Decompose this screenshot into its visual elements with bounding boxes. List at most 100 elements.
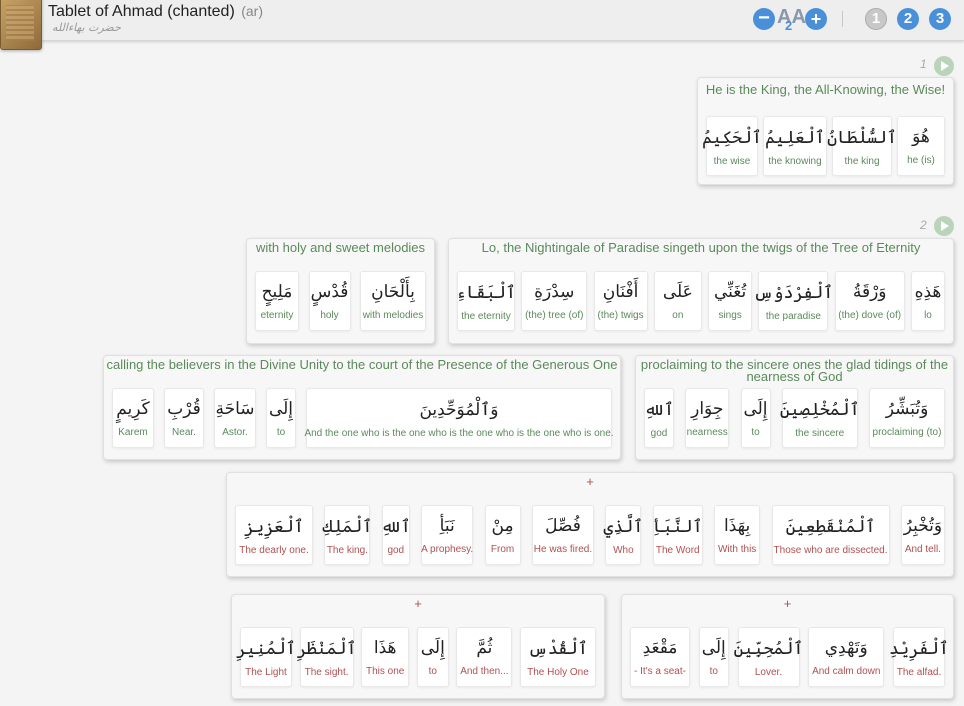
word-card[interactable]: سَاحَةِ Astor. xyxy=(214,388,256,448)
manuscript-thumbnail[interactable] xyxy=(0,0,42,50)
arabic-word: وَتَهْدِي xyxy=(824,638,868,658)
word-card[interactable]: ٱلْمَلِكِ The king. xyxy=(322,505,373,565)
phrase-card[interactable]: Lo, the Nightingale of Paradise singeth … xyxy=(448,238,954,344)
arabic-word: ٱلْفِرْدَوْسِ xyxy=(753,283,834,303)
word-card[interactable]: ٱلْمُحِبِّينَ Lover. xyxy=(734,627,803,687)
word-gloss: god xyxy=(650,428,668,439)
word-card[interactable]: إِلَى to xyxy=(740,388,771,448)
word-card[interactable]: سِدْرَةِ (the) tree (of) xyxy=(521,271,588,331)
phrase-card[interactable]: + وَتُخْبِرُ And tell. ٱلْمُنْقَطِعِينَ Th… xyxy=(226,472,954,577)
author-subtitle: حضرت بهاءالله xyxy=(52,21,121,34)
word-card[interactable]: وَتُبَشِّرُ proclaiming (to) xyxy=(869,388,945,448)
word-gloss: (the) tree (of) xyxy=(525,310,584,321)
arabic-word: ٱلْحَكِيمُ xyxy=(702,128,762,148)
word-card[interactable]: ٱلْعَزِيزِ The dearly one. xyxy=(235,505,313,565)
word-card[interactable]: وَرْقَةُ (the) dove (of) xyxy=(834,271,905,331)
arabic-word: قُرْبِ xyxy=(167,399,201,419)
arabic-word: ثُمَّ xyxy=(476,638,493,658)
word-card[interactable]: تُغَنِّي sings xyxy=(708,271,753,331)
word-card[interactable]: ٱلْمَنْظَرِ The sight. xyxy=(297,627,356,687)
phrase-card[interactable]: calling the believers in the Divine Unit… xyxy=(103,355,621,460)
word-card[interactable]: قُدْسٍ holy xyxy=(308,271,351,331)
word-card[interactable]: إِلَى to xyxy=(266,388,296,448)
arabic-word: سَاحَةِ xyxy=(215,399,255,419)
word-card[interactable]: ٱلسُّلْطَانُ the king xyxy=(827,116,897,176)
word-card[interactable]: ٱلْمُنْقَطِعِينَ Those who are dissected. xyxy=(771,505,890,565)
word-card[interactable]: إِلَى to xyxy=(698,627,729,687)
word-card[interactable]: ٱلْحَكِيمُ the wise xyxy=(702,116,762,176)
zoom-in-button[interactable]: + xyxy=(805,8,827,30)
word-gloss: From xyxy=(490,544,515,555)
word-card[interactable]: هَذَا This one xyxy=(361,627,410,687)
word-card[interactable]: بِأَلْحَانِ with melodies xyxy=(360,271,426,331)
arabic-word: ٱلْمَلِكِ xyxy=(322,517,373,537)
word-card[interactable]: جِوَارِ nearness xyxy=(685,388,730,448)
arabic-word: عَلَى xyxy=(662,282,693,302)
zoom-out-button[interactable]: − xyxy=(753,8,775,30)
word-card[interactable]: بِهَذَا With this xyxy=(714,505,761,565)
phrase-card[interactable]: + ٱلْفَرِيْدِ The alfad. وَتَهْدِي And cal… xyxy=(621,594,954,699)
phrase-card[interactable]: with holy and sweet melodies بِأَلْحَانِ… xyxy=(246,238,435,344)
word-card[interactable]: إِلَى to xyxy=(416,627,449,687)
phrase-translation: + xyxy=(414,596,422,611)
word-gloss: And tell. xyxy=(904,544,941,555)
arabic-word: وَرْقَةُ xyxy=(852,282,887,302)
font-size-icon[interactable]: AA 2 xyxy=(775,4,806,34)
word-gloss: This one xyxy=(366,666,405,677)
word-gloss: proclaiming (to) xyxy=(872,427,942,438)
word-card[interactable]: فُصِّلَ He was fired. xyxy=(531,505,594,565)
word-card[interactable]: ثُمَّ And then... xyxy=(456,627,513,687)
phrase-card[interactable]: proclaiming to the sincere ones the glad… xyxy=(635,355,954,460)
arabic-word: فُصِّلَ xyxy=(545,516,581,536)
word-card[interactable]: عَلَى on xyxy=(653,271,702,331)
word-gloss: Who xyxy=(613,545,634,556)
word-card[interactable]: هُوَ he (is) xyxy=(897,116,945,176)
word-card[interactable]: ٱلْفِرْدَوْسِ the paradise xyxy=(754,271,833,331)
word-gloss: The Light xyxy=(245,667,287,678)
word-card[interactable]: هَذِهِ lo xyxy=(910,271,945,331)
word-card[interactable]: كَرِيمٍ Karem xyxy=(112,388,154,448)
word-card[interactable]: ٱلْقُدْسِ The Holy One xyxy=(519,627,596,687)
arabic-word: إِلَى xyxy=(268,399,294,419)
word-gloss: with melodies xyxy=(362,310,424,321)
word-card[interactable]: مَقْعَدِ - It's a seat- xyxy=(630,627,690,687)
mode-2-button[interactable]: 2 xyxy=(897,8,919,30)
mode-3-button[interactable]: 3 xyxy=(929,8,951,30)
phrase-card[interactable]: + ٱلْقُدْسِ The Holy One ثُمَّ And then...… xyxy=(231,594,605,699)
arabic-word: ٱلْمُخْلِصِينَ xyxy=(779,400,860,420)
word-card[interactable]: قُرْبِ Near. xyxy=(164,388,204,448)
word-card[interactable]: ٱلَّذِي Who xyxy=(603,505,643,565)
phrase-translation: + xyxy=(586,474,594,489)
word-card[interactable]: ٱلْبَقَاءِ the eternity xyxy=(456,271,516,331)
word-card[interactable]: مِنْ From xyxy=(484,505,521,565)
word-card[interactable]: ٱللهِ god xyxy=(644,388,674,448)
phrase-translation: with holy and sweet melodies xyxy=(255,240,426,255)
mode-1-button[interactable]: 1 xyxy=(865,8,887,30)
word-card[interactable]: وَتُخْبِرُ And tell. xyxy=(900,505,945,565)
font-size-level: 2 xyxy=(785,18,793,33)
word-card[interactable]: أَفْنَانِ (the) twigs xyxy=(593,271,648,331)
word-card[interactable]: ٱلْمُنِيرِ The Light xyxy=(236,627,296,687)
title-text: Tablet of Ahmad (chanted) xyxy=(48,3,235,20)
word-card[interactable]: نَبَأِ A prophesy. xyxy=(421,505,473,565)
word-card[interactable]: ٱللهِ god xyxy=(381,505,411,565)
word-card[interactable]: ٱلْفَرِيْدِ The alfad. xyxy=(889,627,949,687)
phrase-card[interactable]: He is the King, the All-Knowing, the Wis… xyxy=(697,77,954,185)
arabic-word: سِدْرَةِ xyxy=(534,282,575,302)
word-gloss: nearness xyxy=(686,427,728,438)
page-title: Tablet of Ahmad (chanted) (ar) xyxy=(48,3,263,21)
word-card[interactable]: ٱلْعَلِيمُ the knowing xyxy=(763,116,827,176)
verse-number: 2 xyxy=(920,218,927,232)
word-card[interactable]: ٱلنَّبَأِ The Word xyxy=(652,505,703,565)
arabic-word: إِلَى xyxy=(701,638,726,658)
play-icon[interactable] xyxy=(934,216,954,236)
arabic-word: جِوَارِ xyxy=(691,399,724,419)
word-gloss: The king. xyxy=(326,545,368,556)
word-card[interactable]: وَتَهْدِي And calm down xyxy=(808,627,885,687)
word-card[interactable]: ٱلْمُخْلِصِينَ the sincere xyxy=(779,388,860,448)
play-icon[interactable] xyxy=(934,56,954,76)
word-card[interactable]: مَلِيحٍ eternity xyxy=(255,271,299,331)
word-gloss: on xyxy=(672,310,684,321)
word-gloss: The Holy One xyxy=(527,667,589,678)
word-card[interactable]: وَٱلْمُوَحِّدِينَ And the one who is the … xyxy=(304,388,614,448)
